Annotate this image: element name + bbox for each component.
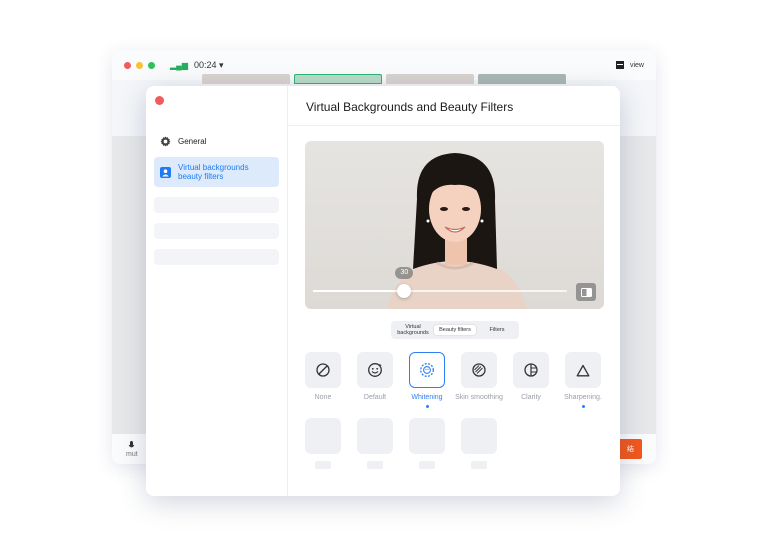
grid-view-icon (615, 61, 624, 69)
settings-sidebar: General Virtual backgrounds beauty filte… (146, 86, 288, 496)
tab-virtual-backgrounds[interactable]: Virtual backgrounds (392, 322, 434, 339)
beauty-intensity-slider[interactable]: 30 (313, 267, 567, 298)
whitening-face-icon (420, 363, 434, 377)
filter-label: Clarity (521, 394, 541, 401)
filter-option-none[interactable]: None (305, 352, 341, 408)
gear-icon (160, 136, 171, 147)
filter-option-box[interactable] (357, 352, 393, 388)
sidebar-item-label: Virtual backgrounds beauty filters (178, 163, 249, 181)
mute-label: mut (126, 450, 138, 458)
placeholder-option (409, 418, 445, 469)
filter-option-default[interactable]: Default (357, 352, 393, 408)
filter-option-clarity[interactable]: Clarity (513, 352, 549, 408)
filter-option-box[interactable] (513, 352, 549, 388)
mute-button[interactable]: mut (126, 440, 138, 458)
settings-main-panel: Virtual Backgrounds and Beauty Filters 3… (288, 86, 620, 496)
filter-option-skin-smoothing[interactable]: Skin smoothing (455, 352, 503, 408)
view-label: view (629, 61, 644, 69)
slider-value-badge: 30 (395, 267, 414, 279)
participant-thumbnail[interactable] (478, 74, 566, 84)
sidebar-item-label: General (178, 137, 207, 146)
triangle-icon (576, 364, 590, 376)
participant-thumbnails (202, 74, 566, 84)
filter-label: Sharpening. (564, 394, 602, 401)
page-title: Virtual Backgrounds and Beauty Filters (288, 86, 620, 126)
filter-modified-dot (581, 405, 585, 408)
filter-label: None (314, 394, 332, 401)
filter-option-whitening[interactable]: Whitening (409, 352, 445, 408)
camera-preview: 30 (305, 141, 604, 309)
participant-thumbnail-active[interactable] (294, 74, 382, 84)
placeholder-option (461, 418, 497, 469)
sidebar-placeholder-item (154, 197, 279, 213)
settings-dialog: General Virtual backgrounds beauty filte… (146, 86, 620, 496)
beauty-filter-options: None Default Whitening Skin smoothing Cl… (305, 352, 602, 408)
minimize-window-dot[interactable] (136, 61, 143, 69)
maximize-window-dot[interactable] (148, 61, 155, 69)
user-portrait-icon (160, 166, 171, 178)
filter-modified-dot (425, 405, 429, 408)
view-button[interactable]: view (615, 61, 644, 69)
microphone-icon (128, 440, 135, 447)
filter-label: Whitening (411, 394, 443, 401)
filter-option-box[interactable] (565, 352, 601, 388)
placeholder-option (305, 418, 341, 469)
none-slash-icon (316, 363, 330, 377)
filter-option-box[interactable] (409, 352, 445, 388)
placeholder-options-row (305, 418, 497, 469)
filter-option-box[interactable] (461, 352, 497, 388)
clarity-icon (524, 363, 538, 377)
participant-thumbnail[interactable] (386, 74, 474, 84)
skin-smoothing-icon (472, 363, 486, 377)
meeting-timer[interactable]: 00:24 ▾ (194, 60, 224, 71)
placeholder-option (357, 418, 393, 469)
person-portrait-image (387, 153, 527, 309)
close-window-dot[interactable] (124, 61, 131, 69)
smile-face-icon (368, 363, 382, 377)
participant-thumbnail[interactable] (202, 74, 290, 84)
sidebar-placeholder-item (154, 249, 279, 265)
split-compare-icon (580, 287, 592, 297)
slider-fill (313, 290, 405, 292)
filter-option-box[interactable] (305, 352, 341, 388)
filter-option-sharpening[interactable]: Sharpening. (564, 352, 602, 408)
close-dialog-button[interactable] (155, 96, 164, 105)
sidebar-item-virtual-backgrounds[interactable]: Virtual backgrounds beauty filters (154, 157, 279, 187)
sidebar-item-general[interactable]: General (154, 130, 279, 153)
tab-beauty-filters[interactable]: Beauty filters (434, 324, 476, 336)
filter-label: Default (363, 394, 387, 401)
signal-bars-icon: ▂▄▆ (170, 60, 188, 70)
effect-tabs: Virtual backgrounds Beauty filters Filte… (391, 321, 519, 339)
sidebar-placeholder-item (154, 223, 279, 239)
tab-filters[interactable]: Filters (476, 325, 518, 336)
filter-label: Skin smoothing (455, 394, 503, 401)
compare-toggle-button[interactable] (576, 283, 596, 301)
